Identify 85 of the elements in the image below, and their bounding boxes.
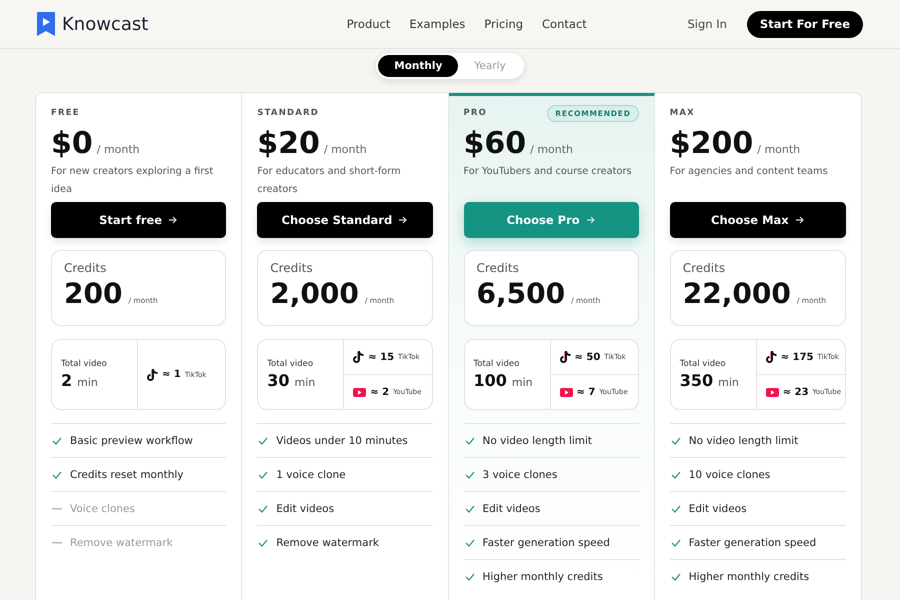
platform-count: ≈ 23 bbox=[782, 386, 809, 398]
arrow-icon bbox=[794, 215, 805, 225]
platform-count: ≈ 7 bbox=[576, 386, 596, 398]
music-note-icon bbox=[560, 351, 570, 363]
feature-text: Faster generation speed bbox=[482, 536, 610, 548]
nav-link[interactable]: Pricing bbox=[484, 17, 524, 31]
video-unit: min bbox=[718, 376, 739, 389]
feature-text: 1 voice clone bbox=[276, 468, 346, 480]
credits-amount: 22,000 bbox=[682, 277, 791, 310]
video-amount: 350 bbox=[680, 371, 714, 390]
play-icon bbox=[353, 388, 366, 396]
feature-text: Credits reset monthly bbox=[70, 468, 184, 480]
feature-text: 3 voice clones bbox=[482, 468, 558, 480]
feature-text: No video length limit bbox=[688, 434, 798, 446]
sign-in-link[interactable]: Sign In bbox=[688, 17, 727, 31]
credits-label: Credits bbox=[682, 261, 726, 275]
credits-amount: 2,000 bbox=[270, 277, 359, 310]
play-icon bbox=[560, 388, 572, 396]
price-period: / month bbox=[96, 143, 140, 156]
plan-price: $20 bbox=[257, 126, 320, 161]
plan-description: For new creators exploring a first idea bbox=[51, 165, 214, 197]
feature-text: Edit videos bbox=[276, 502, 334, 514]
price-period: / month bbox=[324, 143, 367, 156]
plan-name: MAX bbox=[670, 108, 695, 118]
platform-count: ≈ 15 bbox=[368, 352, 394, 362]
feature-text: 10 voice clones bbox=[688, 468, 770, 480]
arrow-icon bbox=[586, 215, 596, 225]
video-label: Total video bbox=[267, 359, 314, 369]
credits-label: Credits bbox=[64, 261, 108, 275]
platform-count: ≈ 50 bbox=[574, 352, 600, 362]
plan-button[interactable]: Choose Standard bbox=[257, 202, 432, 238]
video-amount: 100 bbox=[474, 371, 507, 390]
plan-description: For educators and short-form creators bbox=[257, 165, 402, 197]
plan-button[interactable]: Choose Max bbox=[670, 202, 846, 238]
play-icon bbox=[766, 388, 779, 396]
video-amount: 2 bbox=[61, 371, 72, 390]
plan-description: For agencies and content teams bbox=[670, 165, 829, 179]
feature-text: Remove watermark bbox=[276, 536, 379, 548]
music-note-icon bbox=[353, 351, 364, 363]
plan-name: STANDARD bbox=[257, 108, 320, 118]
feature-text: Edit videos bbox=[482, 502, 540, 514]
feature-text: Videos under 10 minutes bbox=[276, 434, 408, 446]
platform-count: ≈ 1 bbox=[162, 369, 181, 380]
price-period: / month bbox=[757, 143, 800, 156]
price-period: / month bbox=[530, 143, 574, 156]
feature-text: Edit videos bbox=[688, 502, 747, 514]
video-label: Total video bbox=[680, 359, 727, 369]
feature-text: No video length limit bbox=[482, 434, 592, 446]
feature-text: Basic preview workflow bbox=[70, 434, 193, 446]
platform-count: ≈ 2 bbox=[370, 386, 390, 398]
brand-name[interactable]: Knowcast bbox=[62, 14, 148, 34]
credits-label: Credits bbox=[476, 261, 520, 275]
plan-button[interactable]: Choose Pro bbox=[464, 202, 639, 238]
nav-link[interactable]: Contact bbox=[542, 17, 587, 31]
credits-amount: 200 bbox=[64, 277, 122, 310]
video-amount: 30 bbox=[267, 371, 290, 390]
video-label: Total video bbox=[61, 359, 108, 369]
plan-price: $200 bbox=[670, 126, 754, 161]
logo-icon bbox=[36, 11, 56, 37]
platform-count: ≈ 175 bbox=[780, 352, 814, 362]
video-unit: min bbox=[77, 376, 98, 389]
nav-link[interactable]: Examples bbox=[409, 17, 466, 31]
plan-name: FREE bbox=[51, 108, 80, 118]
credits-label: Credits bbox=[270, 261, 314, 275]
music-note-icon bbox=[147, 368, 158, 380]
arrow-icon bbox=[398, 215, 408, 225]
plan-description: For YouTubers and course creators bbox=[464, 165, 633, 179]
video-unit: min bbox=[512, 376, 533, 389]
music-note-icon bbox=[766, 351, 777, 363]
video-label: Total video bbox=[474, 359, 520, 369]
start-for-free-button[interactable]: Start For Free bbox=[746, 10, 863, 38]
arrow-icon bbox=[168, 215, 178, 225]
video-unit: min bbox=[294, 376, 316, 389]
plan-price: $0 bbox=[51, 126, 93, 161]
feature-text: Voice clones bbox=[70, 502, 135, 514]
billing-option[interactable]: Monthly bbox=[378, 55, 458, 77]
plan-price: $60 bbox=[464, 126, 526, 161]
feature-text: Higher monthly credits bbox=[688, 570, 810, 582]
plan-name: PRO bbox=[464, 108, 488, 118]
feature-text: Higher monthly credits bbox=[482, 570, 603, 582]
credits-amount: 6,500 bbox=[476, 277, 566, 310]
nav-link[interactable]: Product bbox=[346, 17, 390, 31]
feature-text: Remove watermark bbox=[70, 536, 173, 548]
feature-text: Faster generation speed bbox=[688, 536, 816, 548]
plan-button[interactable]: Start free bbox=[51, 202, 226, 238]
